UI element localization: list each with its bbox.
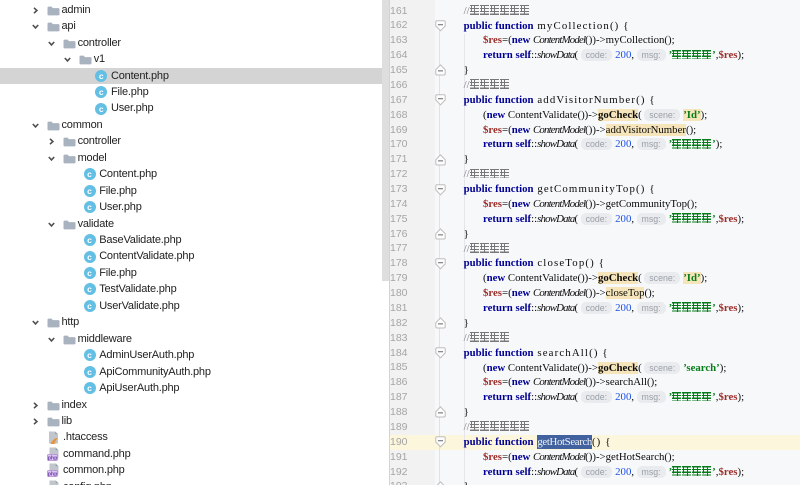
svg-text:php: php [48,455,58,461]
svg-text:php: php [48,472,58,478]
